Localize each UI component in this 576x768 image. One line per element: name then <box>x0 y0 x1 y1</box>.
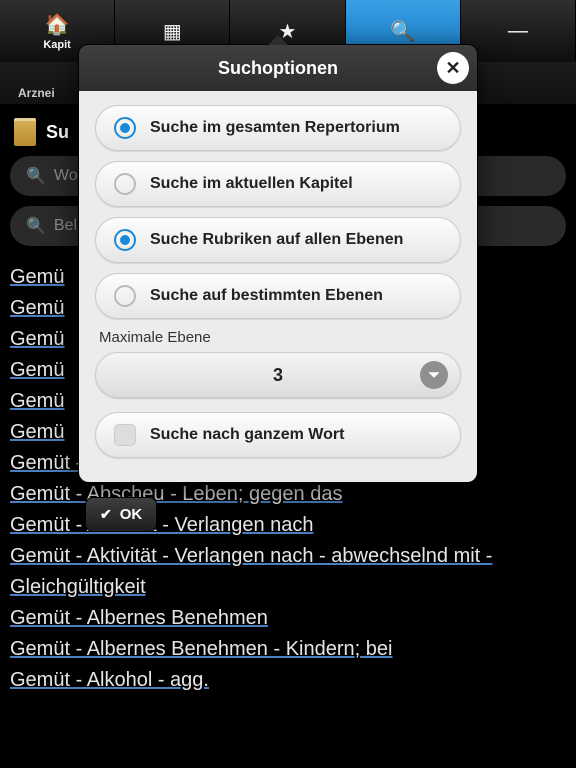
radio-icon <box>114 173 136 195</box>
checkbox-icon <box>114 424 136 446</box>
popover-header: Suchoptionen ✕ <box>79 45 477 91</box>
magnifier-icon: 🔍 <box>26 166 46 186</box>
radio-selected-icon <box>114 229 136 251</box>
search-word-placeholder: Wo <box>54 167 78 185</box>
check-icon: ✔ <box>100 506 112 523</box>
result-item[interactable]: Gemüt - Albernes Benehmen - Kindern; bei <box>10 634 566 665</box>
tab-remove[interactable]: — <box>461 0 576 62</box>
option-label: Suche im gesamten Repertorium <box>150 119 400 137</box>
grid-icon: ▦ <box>163 19 182 44</box>
tab-chapter-label: Kapit <box>43 39 71 51</box>
subtab-arzneimittel[interactable]: Arznei <box>10 82 63 104</box>
result-item[interactable]: Gemüt - Alkohol - agg. <box>10 665 566 696</box>
max-level-label: Maximale Ebene <box>99 329 461 346</box>
radio-icon <box>114 285 136 307</box>
ok-button[interactable]: ✔ OK <box>85 497 157 532</box>
ok-bar: ✔ OK <box>85 497 157 532</box>
option-label: Suche nach ganzem Wort <box>150 426 344 444</box>
home-icon: 🏠 <box>45 12 70 37</box>
book-icon <box>14 118 36 146</box>
search-icon: 🔍 <box>390 19 415 44</box>
ok-label: OK <box>120 506 143 523</box>
option-label: Suche Rubriken auf allen Ebenen <box>150 231 403 249</box>
result-item[interactable]: Gemüt - Albernes Benehmen <box>10 603 566 634</box>
option-label: Suche auf bestimmten Ebenen <box>150 287 383 305</box>
max-level-select[interactable]: 3 <box>95 352 461 398</box>
search-options-popover: Suchoptionen ✕ Suche im gesamten Reperto… <box>78 44 478 483</box>
chevron-down-icon <box>420 361 448 389</box>
close-button[interactable]: ✕ <box>437 52 469 84</box>
radio-selected-icon <box>114 117 136 139</box>
option-search-all-repertory[interactable]: Suche im gesamten Repertorium <box>95 105 461 151</box>
popover-title: Suchoptionen <box>218 58 338 79</box>
popover-body: Suche im gesamten Repertorium Suche im a… <box>79 91 477 482</box>
search-any-placeholder: Bel <box>54 217 77 235</box>
result-item[interactable]: Gemüt - Aktivität - Verlangen nach - abw… <box>10 541 566 603</box>
option-search-current-chapter[interactable]: Suche im aktuellen Kapitel <box>95 161 461 207</box>
minus-icon: — <box>508 20 528 43</box>
magnifier-icon: 🔍 <box>26 216 46 236</box>
option-whole-word[interactable]: Suche nach ganzem Wort <box>95 412 461 458</box>
close-icon: ✕ <box>445 58 460 79</box>
section-title: Su <box>46 122 69 143</box>
option-search-specific-levels[interactable]: Suche auf bestimmten Ebenen <box>95 273 461 319</box>
option-label: Suche im aktuellen Kapitel <box>150 175 353 193</box>
max-level-value: 3 <box>273 365 283 386</box>
option-search-all-levels[interactable]: Suche Rubriken auf allen Ebenen <box>95 217 461 263</box>
